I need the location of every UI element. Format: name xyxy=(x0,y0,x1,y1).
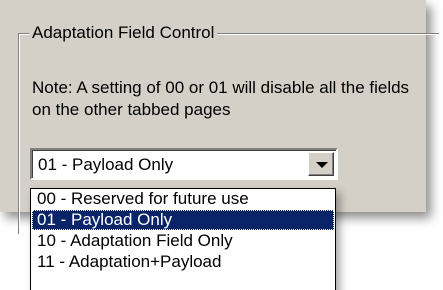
dropdown-option-11[interactable]: 11 - Adaptation+Payload xyxy=(32,252,334,272)
dropdown-option-01[interactable]: 01 - Payload Only xyxy=(32,210,334,230)
note-text: Note: A setting of 00 or 01 will disable… xyxy=(32,78,410,119)
dropdown-option-00[interactable]: 00 - Reserved for future use xyxy=(32,189,334,209)
dropdown-option-10[interactable]: 10 - Adaptation Field Only xyxy=(32,231,334,251)
combo-dropdown-button[interactable] xyxy=(308,152,334,176)
group-title: Adaptation Field Control xyxy=(29,23,218,43)
adaptation-field-control-combo[interactable]: 01 - Payload Only xyxy=(30,148,338,180)
combo-dropdown-list[interactable]: 00 - Reserved for future use 01 - Payloa… xyxy=(30,188,336,290)
combo-selected-value: 01 - Payload Only xyxy=(38,155,174,174)
chevron-down-icon xyxy=(316,162,328,168)
